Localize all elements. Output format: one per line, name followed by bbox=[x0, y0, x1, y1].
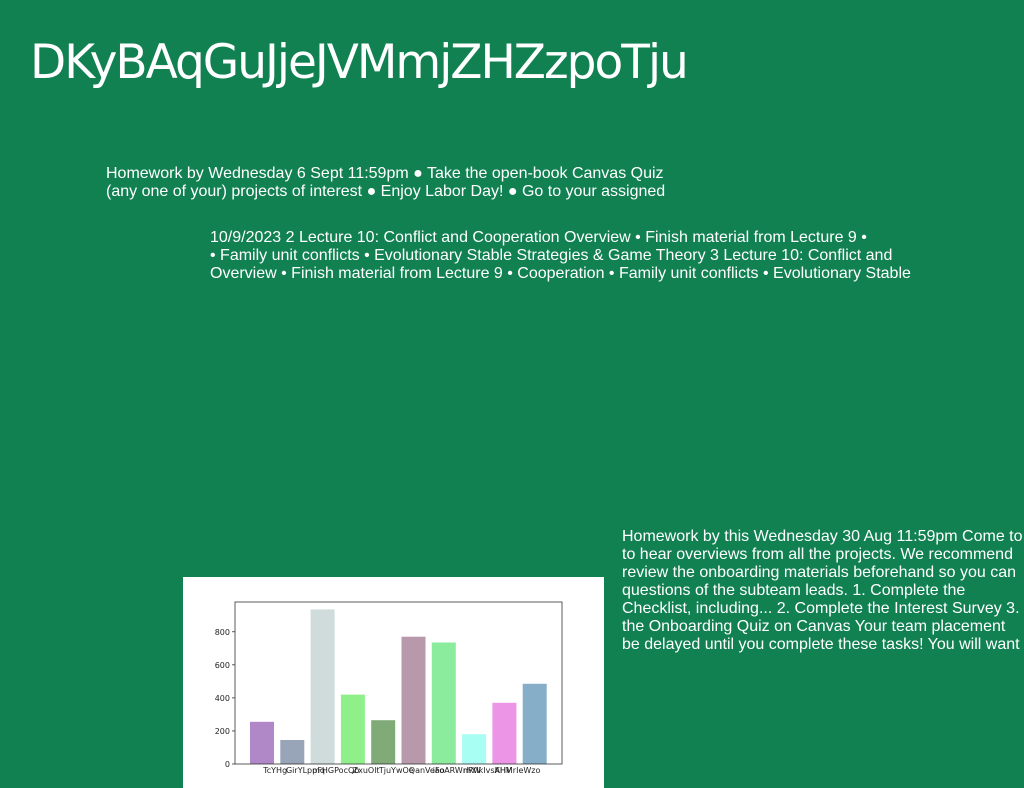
x-tick-label: ZxuOlt bbox=[353, 766, 380, 775]
text-line: be delayed until you complete these task… bbox=[622, 636, 1020, 653]
chart-bar bbox=[371, 720, 396, 764]
chart-bar bbox=[492, 702, 517, 764]
text-line: to hear overviews from all the projects.… bbox=[622, 546, 1013, 563]
chart-bar bbox=[401, 636, 426, 764]
bar-chart: 0200400600800 TcYHgGirYLpmqpFHGPocQbZxuO… bbox=[215, 601, 563, 775]
lecture-overview-textbox[interactable]: 10/9/2023 2 Lecture 10: Conflict and Coo… bbox=[210, 229, 911, 283]
chart-bar bbox=[250, 721, 274, 764]
x-tick-label: KHMrIeWzo bbox=[495, 766, 541, 775]
text-line: the Onboarding Quiz on Canvas Your team … bbox=[622, 618, 1006, 635]
text-line: Homework by this Wednesday 30 Aug 11:59p… bbox=[622, 528, 1023, 545]
y-tick-label: 0 bbox=[225, 760, 230, 769]
chart-bar bbox=[431, 642, 456, 764]
y-tick-label: 600 bbox=[215, 661, 230, 670]
chart-bar bbox=[340, 694, 365, 764]
chart-bar bbox=[462, 734, 487, 764]
text-line: questions of the subteam leads. 1. Compl… bbox=[622, 582, 966, 599]
text-line: (any one of your) projects of interest ●… bbox=[106, 183, 666, 200]
homework-textbox-aug[interactable]: Homework by this Wednesday 30 Aug 11:59p… bbox=[622, 528, 1023, 654]
y-tick-label: 200 bbox=[215, 727, 230, 736]
text-line: Homework by Wednesday 6 Sept 11:59pm ● T… bbox=[106, 165, 664, 182]
text-line: Checklist, including... 2. Complete the … bbox=[622, 600, 1020, 617]
y-tick-label: 400 bbox=[215, 694, 230, 703]
text-line: • Family unit conflicts • Evolutionary S… bbox=[210, 247, 893, 264]
slide: DKyBAqGuJjeJVMmjZHZzpoTju Homework by We… bbox=[0, 0, 1024, 788]
chart-bar bbox=[310, 609, 335, 764]
slide-title[interactable]: DKyBAqGuJjeJVMmjZHZzpoTju bbox=[30, 34, 689, 92]
x-tick-label: TcYHg bbox=[262, 766, 287, 775]
text-line: 10/9/2023 2 Lecture 10: Conflict and Coo… bbox=[210, 229, 867, 246]
chart-bar bbox=[522, 683, 547, 764]
y-tick-label: 800 bbox=[215, 628, 230, 637]
chart-bar bbox=[280, 740, 305, 764]
homework-textbox-sept[interactable]: Homework by Wednesday 6 Sept 11:59pm ● T… bbox=[106, 165, 665, 201]
bar-chart-image[interactable]: 0 200 400 600 800 TcYHg GirYLpmq pFHGPocQb ZxuO… bbox=[183, 577, 604, 788]
text-line: review the onboarding materials beforeha… bbox=[622, 564, 1017, 581]
text-line: Overview • Finish material from Lecture … bbox=[210, 265, 911, 282]
